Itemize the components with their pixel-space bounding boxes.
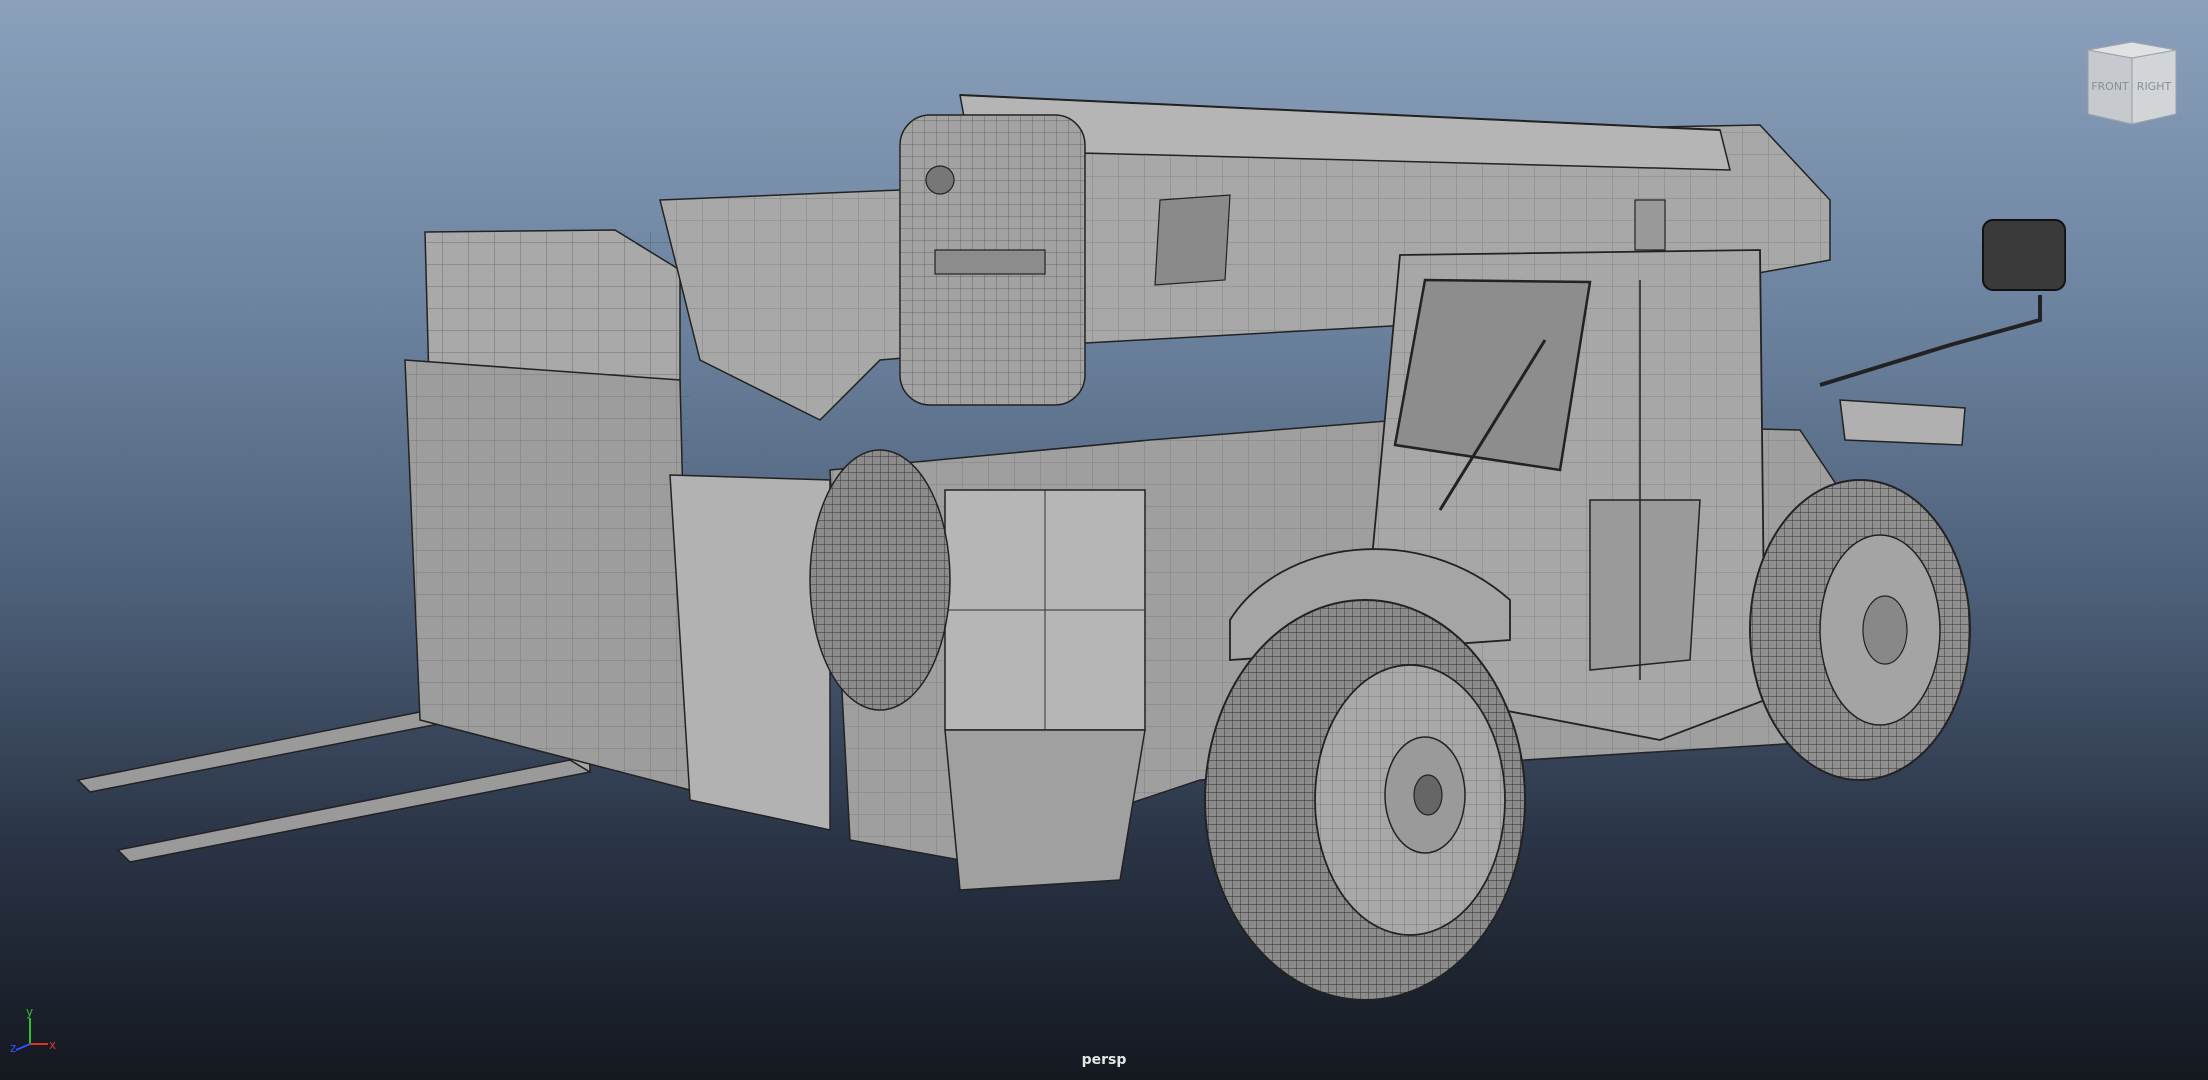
rear-wheel[interactable] [1749,479,1971,781]
view-cube-right-label: RIGHT [2137,80,2172,93]
front-right-wheel[interactable] [1204,548,1526,1001]
front-left-wheel[interactable] [809,449,951,711]
telehandler-model[interactable] [0,0,2208,1080]
y-axis-label: y [26,1005,33,1019]
camera-name-label: persp [1081,1052,1127,1068]
x-axis-label: x [49,1038,56,1052]
axis-indicator: y x z [10,1005,56,1055]
view-cube-front-label: FRONT [2091,80,2129,93]
maya-perspective-viewport[interactable]: FRONT RIGHT y x z persp [0,0,2208,1080]
z-axis-line [15,1043,31,1051]
view-cube[interactable]: FRONT RIGHT [2084,40,2180,126]
